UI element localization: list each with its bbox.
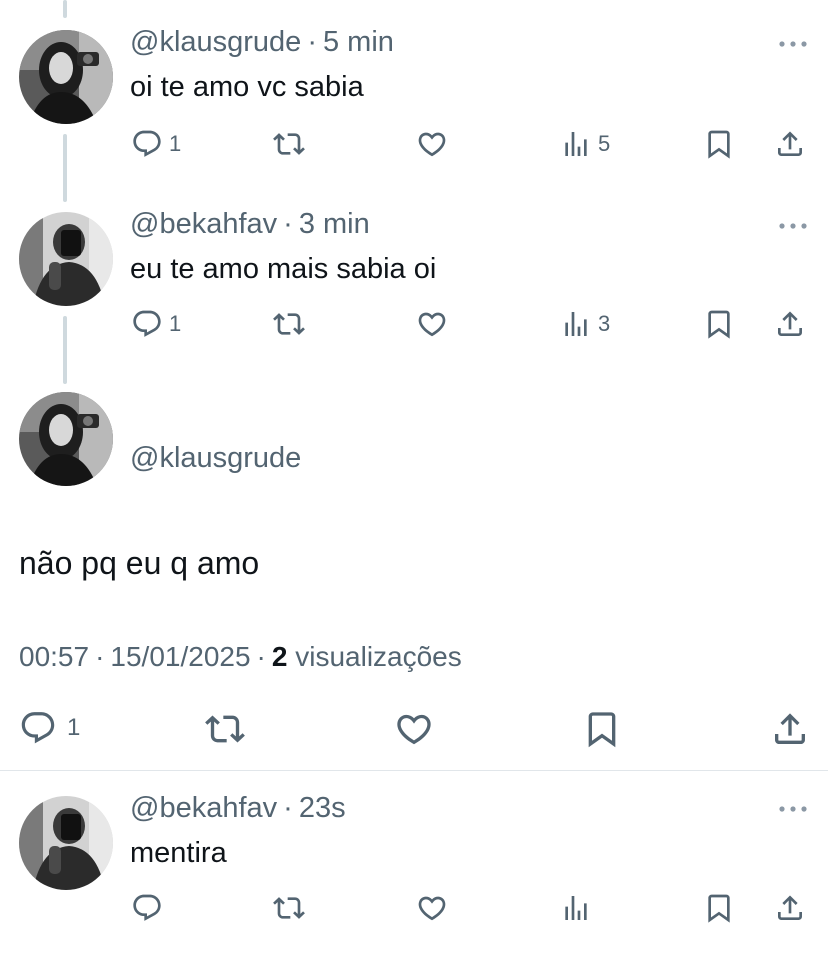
bookmark-button[interactable] — [703, 128, 735, 160]
share-icon — [774, 128, 806, 160]
avatar[interactable] — [19, 30, 113, 124]
like-button[interactable] — [416, 892, 448, 924]
tweet-timestamp: 00:57 · 15/01/2025 · 2 visualizações — [19, 641, 462, 672]
author-handle[interactable]: @klausgrude — [130, 26, 301, 58]
more-icon[interactable] — [778, 804, 808, 814]
views-count: 3 — [598, 311, 611, 336]
reply-button[interactable]: 1 — [131, 128, 181, 160]
retweet-button[interactable] — [205, 709, 245, 749]
like-button[interactable] — [416, 128, 448, 160]
tweet-date[interactable]: 15/01/2025 — [110, 641, 250, 672]
views-button[interactable] — [560, 892, 592, 924]
divider — [0, 770, 828, 771]
bookmark-icon — [703, 128, 735, 160]
tweet-meta: @bekahfav · 3 min — [130, 208, 370, 240]
bookmark-icon — [582, 709, 622, 749]
views-label: visualizações — [295, 641, 462, 672]
retweet-icon — [273, 308, 305, 340]
share-button[interactable] — [774, 892, 806, 924]
bookmark-button[interactable] — [703, 892, 735, 924]
views-count: 2 — [271, 641, 288, 672]
avatar[interactable] — [19, 392, 113, 486]
retweet-icon — [273, 892, 305, 924]
like-icon — [394, 709, 434, 749]
retweet-icon — [273, 128, 305, 160]
reply-icon — [131, 128, 163, 160]
tweet-time[interactable]: 00:57 — [19, 641, 89, 672]
tweet-text: eu te amo mais sabia oi — [130, 253, 437, 285]
reply-button[interactable]: 1 — [19, 709, 80, 747]
views-icon — [560, 308, 592, 340]
avatar[interactable] — [19, 796, 113, 890]
views-icon — [560, 892, 592, 924]
tweet-time[interactable]: 5 min — [323, 26, 394, 58]
tweet-text: não pq eu q amo — [19, 545, 260, 581]
retweet-icon — [205, 709, 245, 749]
reply-count: 1 — [67, 714, 81, 741]
views-count: 5 — [598, 131, 611, 156]
tweet-meta: @bekahfav · 23s — [130, 792, 346, 824]
thread-line-2 — [63, 316, 67, 384]
retweet-button[interactable] — [273, 308, 305, 340]
tweet-time[interactable]: 3 min — [299, 208, 370, 240]
tweet-time[interactable]: 23s — [299, 792, 346, 824]
share-button[interactable] — [774, 128, 806, 160]
share-button[interactable] — [774, 308, 806, 340]
retweet-button[interactable] — [273, 128, 305, 160]
bookmark-icon — [703, 892, 735, 924]
bookmark-button[interactable] — [582, 709, 622, 749]
author-handle[interactable]: @bekahfav — [130, 208, 277, 240]
author-handle[interactable]: @bekahfav — [130, 792, 277, 824]
like-icon — [416, 308, 448, 340]
author-handle[interactable]: @klausgrude — [130, 442, 301, 475]
bookmark-button[interactable] — [703, 308, 735, 340]
thread-line-top — [63, 0, 67, 18]
share-icon — [774, 892, 806, 924]
reply-button[interactable] — [131, 892, 163, 924]
tweet-meta: @klausgrude · 5 min — [130, 26, 394, 58]
avatar[interactable] — [19, 212, 113, 306]
reply-icon — [19, 709, 57, 747]
reply-count: 1 — [169, 311, 182, 336]
like-button[interactable] — [394, 709, 434, 749]
tweet-text: mentira — [130, 837, 227, 869]
reply-icon — [131, 308, 163, 340]
like-icon — [416, 892, 448, 924]
views-icon — [560, 128, 592, 160]
more-icon[interactable] — [778, 221, 808, 231]
reply-icon — [131, 892, 163, 924]
bookmark-icon — [703, 308, 735, 340]
tweet-text: oi te amo vc sabia — [130, 71, 364, 103]
share-icon — [774, 308, 806, 340]
retweet-button[interactable] — [273, 892, 305, 924]
share-button[interactable] — [770, 709, 810, 749]
like-button[interactable] — [416, 308, 448, 340]
reply-button[interactable]: 1 — [131, 308, 181, 340]
reply-count: 1 — [169, 131, 182, 156]
views-button[interactable]: 5 — [560, 128, 610, 160]
thread-line-1 — [63, 134, 67, 202]
more-icon[interactable] — [778, 39, 808, 49]
share-icon — [770, 709, 810, 749]
like-icon — [416, 128, 448, 160]
views-button[interactable]: 3 — [560, 308, 610, 340]
